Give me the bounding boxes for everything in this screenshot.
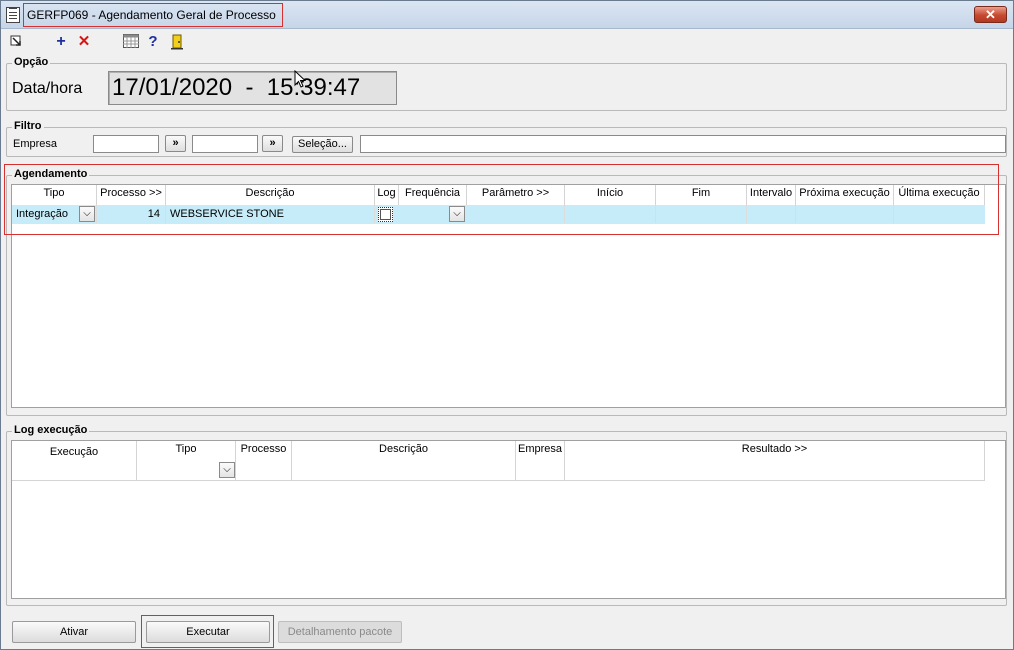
col-parametro[interactable]: Parâmetro >> bbox=[467, 185, 565, 205]
delete-icon[interactable]: ✕ bbox=[76, 34, 92, 50]
window-title: GERFP069 - Agendamento Geral de Processo bbox=[23, 3, 283, 27]
tipo-dropdown-chevron-icon[interactable]: ⌵ bbox=[79, 206, 95, 222]
log-tipo-chevron-icon[interactable]: ⌵ bbox=[219, 462, 235, 478]
datetime-display: 17/01/2020 - 15:39:47 bbox=[108, 71, 397, 105]
row-intervalo[interactable] bbox=[747, 205, 796, 223]
document-icon bbox=[6, 7, 20, 23]
calendar-icon[interactable] bbox=[123, 34, 139, 50]
col-tipo[interactable]: Tipo bbox=[12, 185, 97, 205]
col-frequencia[interactable]: Frequência bbox=[399, 185, 467, 205]
log-col-resultado[interactable]: Resultado >> bbox=[565, 441, 985, 480]
col-processo[interactable]: Processo >> bbox=[97, 185, 166, 205]
col-inicio[interactable]: Início bbox=[565, 185, 656, 205]
mouse-cursor-icon bbox=[294, 70, 307, 88]
col-intervalo[interactable]: Intervalo bbox=[747, 185, 796, 205]
log-col-execucao[interactable]: Execução bbox=[12, 441, 137, 480]
add-icon[interactable]: + bbox=[53, 34, 69, 50]
selecao-button[interactable]: Seleção... bbox=[292, 136, 353, 153]
opcao-legend: Opção bbox=[12, 56, 51, 68]
empresa-label: Empresa bbox=[13, 138, 58, 150]
datetime-label: Data/hora bbox=[12, 80, 83, 97]
executar-button[interactable]: Executar bbox=[146, 621, 270, 643]
row-parametro[interactable] bbox=[467, 205, 565, 223]
help-icon[interactable]: ? bbox=[145, 34, 161, 50]
row-proxima-execucao[interactable] bbox=[796, 205, 894, 223]
log-checkbox[interactable] bbox=[378, 207, 393, 222]
title-bar: GERFP069 - Agendamento Geral de Processo… bbox=[1, 1, 1013, 29]
frequencia-dropdown-chevron-icon[interactable]: ⌵ bbox=[449, 206, 465, 222]
detalhamento-pacote-button[interactable]: Detalhamento pacote bbox=[278, 621, 402, 643]
empresa-from-input[interactable] bbox=[93, 135, 159, 153]
empresa-description-field bbox=[360, 135, 1006, 153]
col-ultima-execucao[interactable]: Última execução bbox=[894, 185, 985, 205]
exit-door-icon[interactable] bbox=[169, 34, 185, 50]
agendamento-grid: Tipo Processo >> Descrição Log Frequênci… bbox=[11, 184, 1006, 408]
log-execucao-legend: Log execução bbox=[12, 424, 90, 436]
log-col-processo[interactable]: Processo bbox=[236, 441, 292, 480]
row-descricao[interactable]: WEBSERVICE STONE bbox=[170, 205, 375, 223]
agendamento-legend: Agendamento bbox=[12, 168, 90, 180]
empresa-from-lookup-button[interactable]: » bbox=[165, 135, 186, 152]
row-ultima-execucao[interactable] bbox=[894, 205, 985, 223]
close-button[interactable]: ✕ bbox=[974, 6, 1007, 23]
row-inicio[interactable] bbox=[565, 205, 656, 223]
log-header-divider bbox=[12, 480, 985, 481]
log-col-empresa[interactable]: Empresa bbox=[516, 441, 565, 480]
log-col-descricao[interactable]: Descrição bbox=[292, 441, 516, 480]
col-log[interactable]: Log bbox=[375, 185, 399, 205]
col-fim[interactable]: Fim bbox=[656, 185, 747, 205]
log-execucao-grid: Execução Tipo ⌵ Processo Descrição Empre… bbox=[11, 440, 1006, 599]
col-proxima-execucao[interactable]: Próxima execução bbox=[796, 185, 894, 205]
row-fim[interactable] bbox=[656, 205, 747, 223]
filtro-legend: Filtro bbox=[12, 120, 44, 132]
export-icon[interactable] bbox=[8, 34, 24, 50]
toolbar: + ✕ ? bbox=[1, 31, 1013, 53]
empresa-to-input[interactable] bbox=[192, 135, 258, 153]
ativar-button[interactable]: Ativar bbox=[12, 621, 136, 643]
empresa-to-lookup-button[interactable]: » bbox=[262, 135, 283, 152]
main-window: GERFP069 - Agendamento Geral de Processo… bbox=[0, 0, 1014, 650]
col-descricao[interactable]: Descrição bbox=[166, 185, 375, 205]
row-processo[interactable]: 14 bbox=[97, 205, 166, 223]
table-row[interactable]: Integração ⌵ 14 WEBSERVICE STONE ⌵ bbox=[12, 205, 985, 224]
